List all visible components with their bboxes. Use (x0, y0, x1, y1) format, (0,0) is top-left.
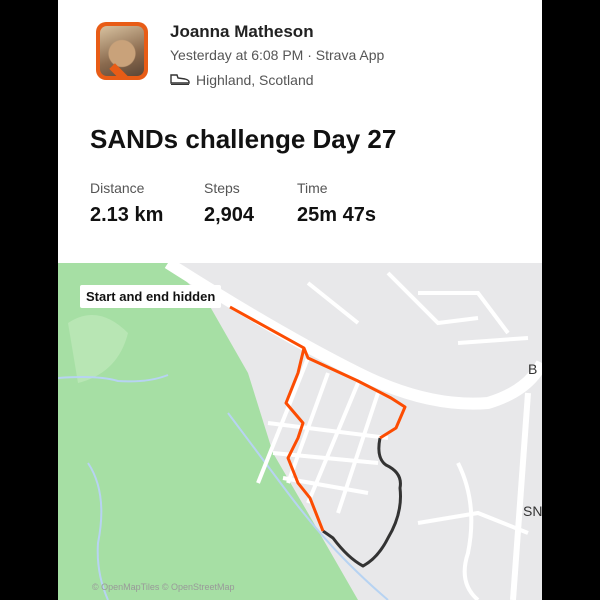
stat-steps: Steps 2,904 (204, 180, 254, 227)
athlete-name[interactable]: Joanna Matheson (170, 22, 314, 42)
activity-location: Highland, Scotland (196, 72, 314, 88)
stat-label: Time (297, 180, 328, 196)
activity-title[interactable]: SANDs challenge Day 27 (90, 124, 396, 155)
stat-distance: Distance 2.13 km (90, 180, 163, 227)
privacy-badge: Start and end hidden (80, 285, 222, 308)
map-attribution[interactable]: © OpenMapTiles © OpenStreetMap (92, 582, 235, 592)
map-canvas (58, 263, 542, 600)
avatar-photo (100, 26, 144, 76)
route-map[interactable]: Start and end hidden B SN © OpenMapTiles… (58, 263, 542, 600)
road-label: B (528, 361, 538, 377)
road-label: SN (523, 503, 542, 519)
activity-meta: Yesterday at 6:08 PM · Strava App (170, 47, 385, 63)
stat-value: 25m 47s (297, 204, 376, 226)
athlete-avatar[interactable] (96, 22, 148, 80)
stat-value: 2.13 km (90, 204, 164, 226)
side-road (510, 392, 531, 600)
activity-location-row: Highland, Scotland (170, 72, 314, 88)
park-area (58, 263, 358, 600)
stat-label: Distance (90, 180, 145, 196)
stat-time: Time 25m 47s (297, 180, 376, 227)
stat-value: 2,904 (204, 204, 255, 226)
activity-card[interactable]: Joanna Matheson Yesterday at 6:08 PM · S… (58, 0, 542, 600)
shoe-icon (170, 72, 190, 88)
stat-label: Steps (204, 180, 240, 196)
